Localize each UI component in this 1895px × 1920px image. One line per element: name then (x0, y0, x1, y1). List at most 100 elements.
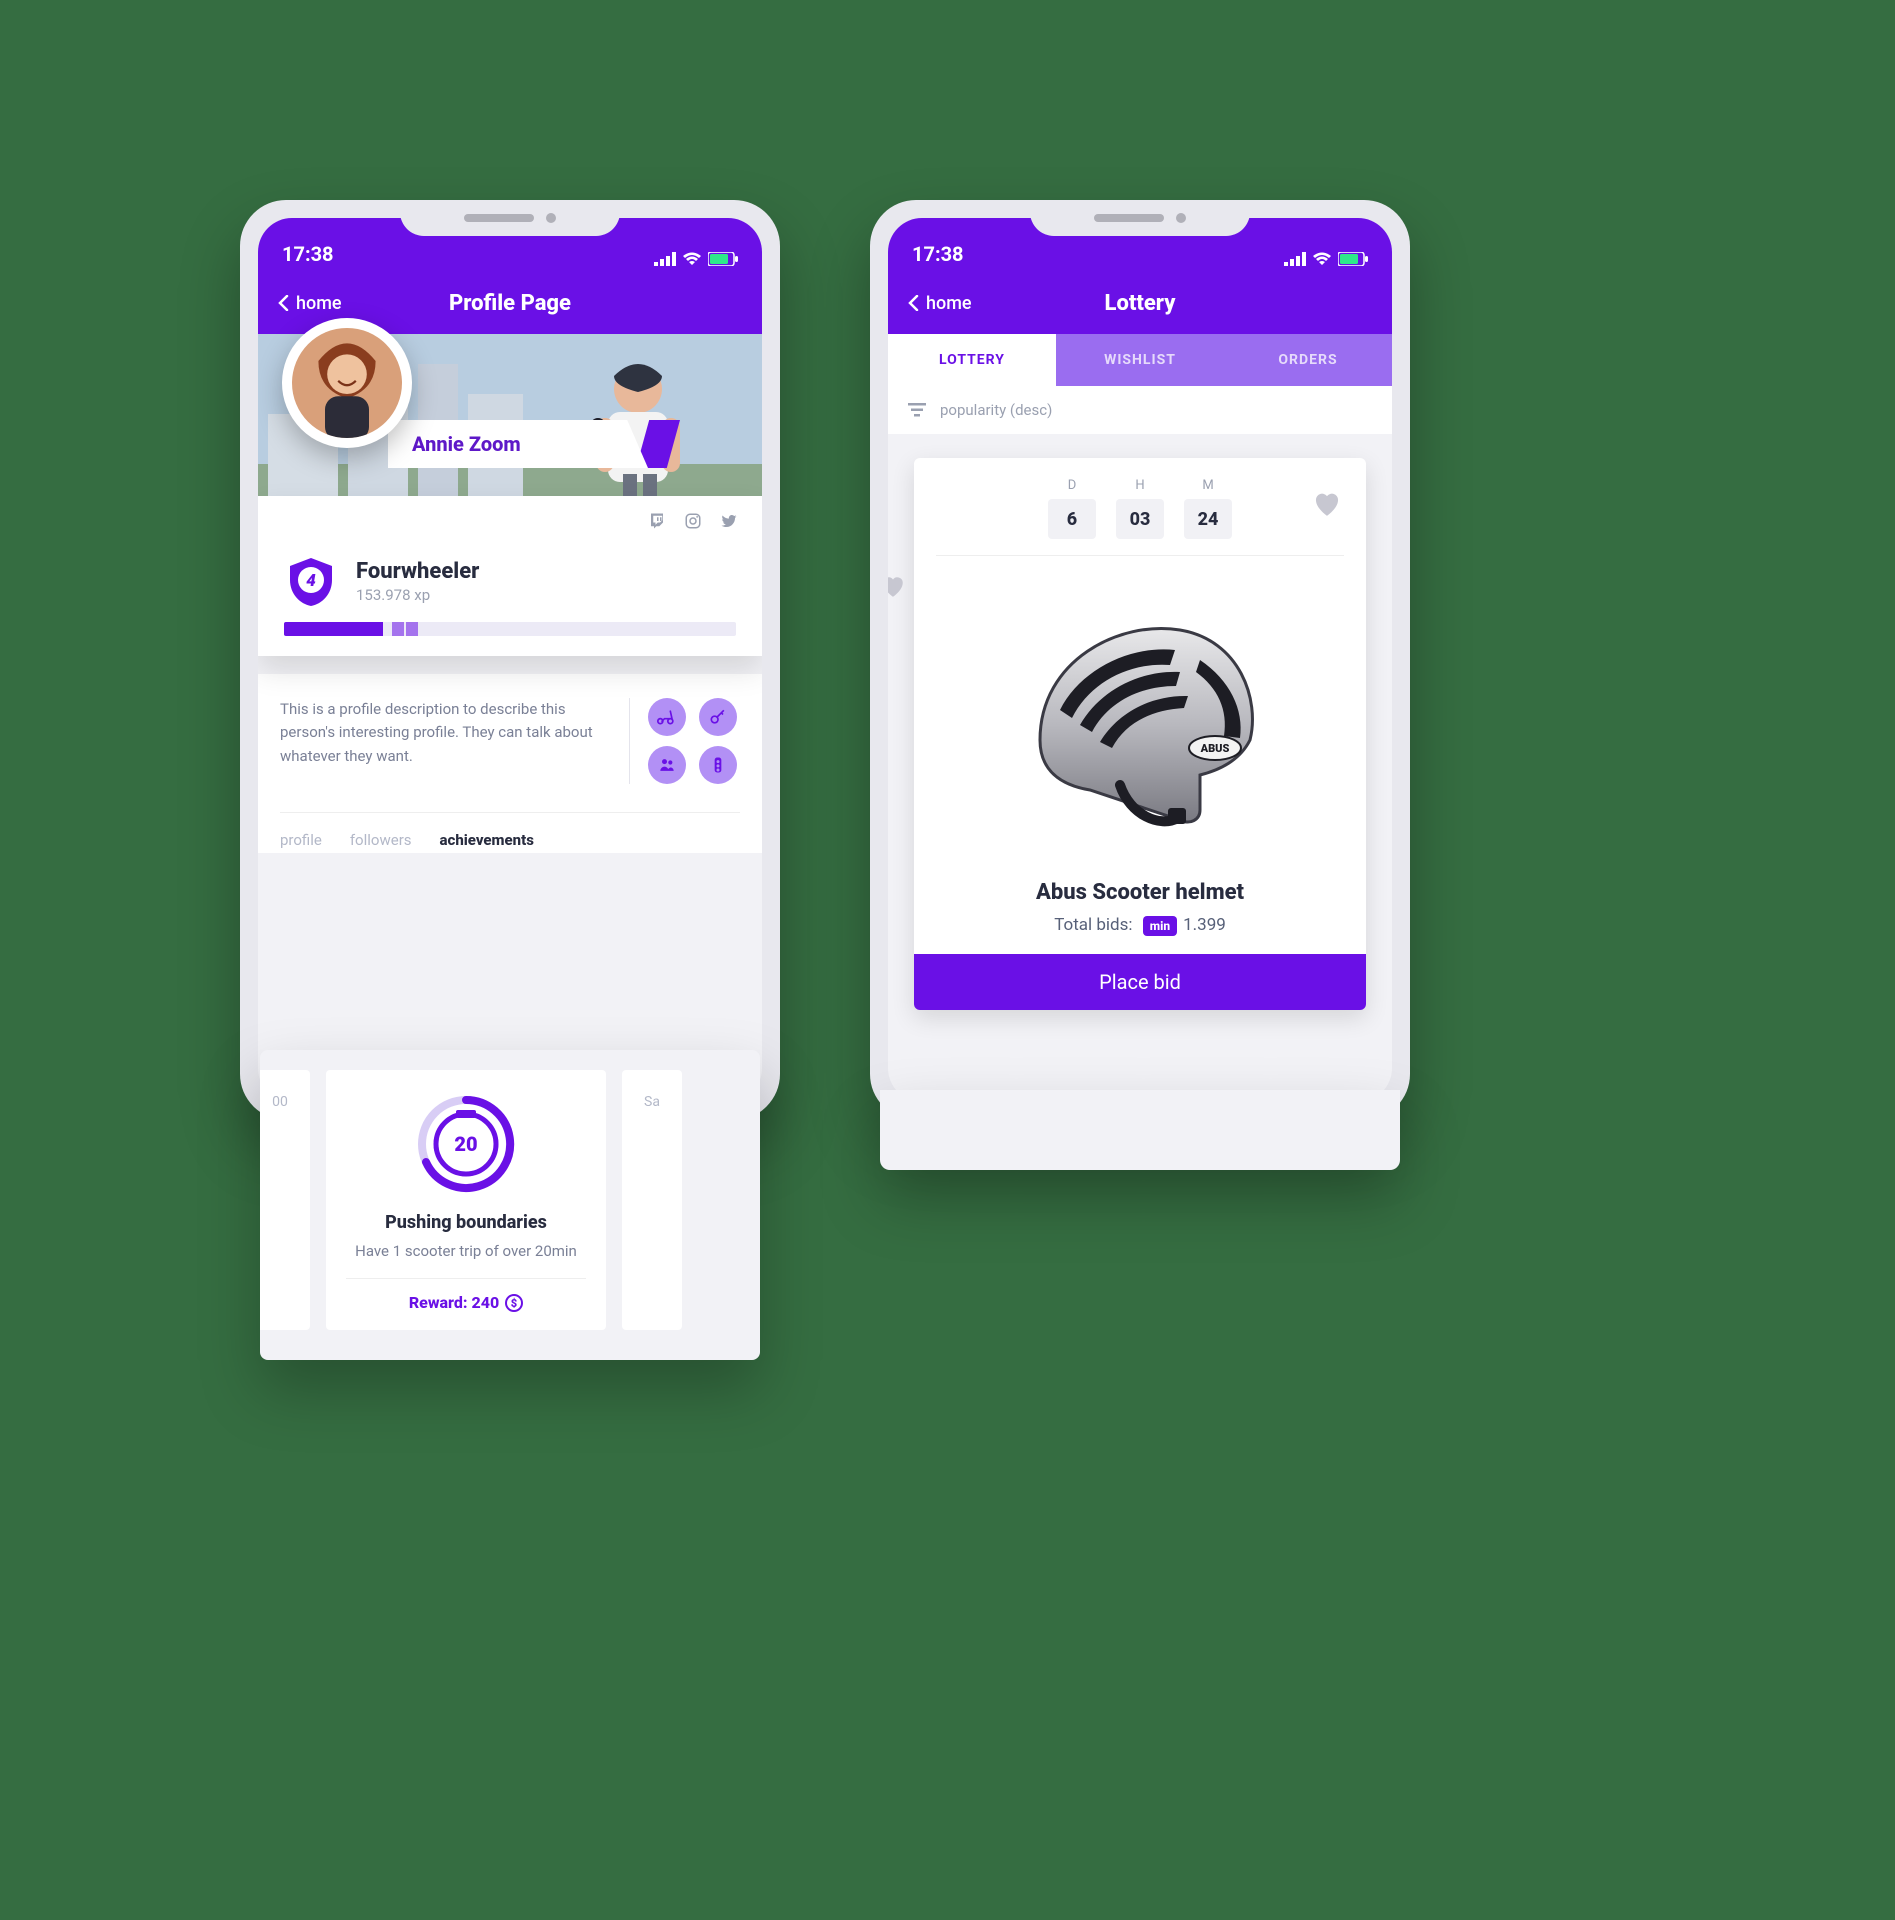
profile-card: 4 Fourwheeler 153.978 xp (258, 496, 762, 656)
chevron-left-icon (278, 295, 290, 311)
signal-icon (654, 252, 676, 266)
signal-icon (1284, 252, 1306, 266)
avatar[interactable] (282, 318, 412, 448)
avatar-image (292, 328, 402, 438)
twitter-icon[interactable] (720, 512, 738, 530)
screen-profile: 17:38 home Profile Page (258, 218, 762, 1102)
speaker-grille (1094, 214, 1164, 222)
profile-description-card: This is a profile description to describ… (258, 674, 762, 853)
interest-icon-grid (648, 698, 740, 784)
rank-title: Fourwheeler (356, 559, 479, 584)
battery-icon (708, 252, 738, 266)
speaker-grille (464, 214, 534, 222)
countdown-hours-value: 03 (1116, 499, 1164, 539)
tab-achievements[interactable]: achievements (440, 831, 534, 849)
tab-orders[interactable]: ORDERS (1224, 334, 1392, 386)
countdown-days-value: 6 (1048, 499, 1096, 539)
countdown: D 6 H 03 M 24 (936, 478, 1344, 556)
phone-notch (1030, 200, 1250, 236)
achievement-card-prev[interactable]: 00 (260, 1070, 310, 1330)
achievement-subtitle: Have 1 scooter trip of over 20min (355, 1241, 577, 1262)
profile-description: This is a profile description to describ… (280, 698, 630, 784)
back-label: home (926, 293, 972, 314)
tab-followers[interactable]: followers (350, 831, 412, 849)
svg-text:4: 4 (306, 571, 316, 591)
countdown-minutes-value: 24 (1184, 499, 1232, 539)
nav-bar: home Lottery (888, 272, 1392, 334)
status-time: 17:38 (912, 242, 964, 266)
place-bid-button[interactable]: Place bid (914, 954, 1366, 1010)
interest-key-icon[interactable] (699, 698, 737, 736)
back-button[interactable]: home (908, 293, 972, 314)
xp-progress-stripe (406, 622, 418, 636)
xp-progress-bar (284, 622, 736, 636)
svg-text:ABUS: ABUS (1200, 742, 1230, 755)
countdown-hours-label: H (1116, 478, 1164, 493)
phone-notch (400, 200, 620, 236)
description-row: This is a profile description to describ… (280, 698, 740, 784)
filter-icon (908, 403, 926, 417)
tab-profile[interactable]: profile (280, 831, 322, 849)
countdown-minutes-label: M (1184, 478, 1232, 493)
bids-pill: min (1143, 916, 1177, 936)
achievement-overflow: 00 20 Pushing boundaries Have 1 scooter … (260, 1050, 760, 1360)
back-button[interactable]: home (278, 293, 342, 314)
countdown-hours: H 03 (1116, 478, 1164, 539)
interest-group-icon[interactable] (648, 746, 686, 784)
status-icons (654, 252, 738, 266)
rank-text: Fourwheeler 153.978 xp (356, 559, 479, 604)
helmet-illustration: ABUS (1000, 590, 1280, 850)
achievement-card[interactable]: 20 Pushing boundaries Have 1 scooter tri… (326, 1070, 606, 1330)
instagram-icon[interactable] (684, 512, 702, 530)
prev-card-heart-icon (888, 574, 906, 602)
interest-scooter-icon[interactable] (648, 698, 686, 736)
name-plate: Annie Zoom (388, 420, 648, 468)
lottery-overflow-shadow (880, 1090, 1400, 1170)
xp-progress-fill (284, 622, 383, 636)
wifi-icon (1312, 252, 1332, 266)
phone-mockup-profile: 17:38 home Profile Page (240, 200, 780, 1120)
profile-name: Annie Zoom (412, 432, 521, 456)
svg-text:20: 20 (454, 1132, 477, 1156)
back-label: home (296, 293, 342, 314)
twitch-icon[interactable] (648, 512, 666, 530)
bids-value: 1.399 (1183, 915, 1226, 935)
tab-wishlist[interactable]: WISHLIST (1056, 334, 1224, 386)
battery-icon (1338, 252, 1368, 266)
achievement-icon: 20 (416, 1094, 516, 1194)
bids-label: Total bids: (1054, 915, 1132, 935)
tab-lottery[interactable]: LOTTERY (888, 334, 1056, 386)
product-bids: Total bids: min 1.399 (936, 915, 1344, 936)
social-links (648, 512, 738, 530)
rank-row: 4 Fourwheeler 153.978 xp (284, 554, 736, 608)
phone-mockup-lottery: 17:38 home Lottery LOTTERY WISHLIST ORDE… (870, 200, 1410, 1120)
lottery-product-card: D 6 H 03 M 24 (914, 458, 1366, 1010)
filter-bar[interactable]: popularity (desc) (888, 386, 1392, 434)
lottery-body: D 6 H 03 M 24 (888, 434, 1392, 1010)
interest-traffic-icon[interactable] (699, 746, 737, 784)
rank-shield-icon: 4 (284, 554, 338, 608)
rank-xp: 153.978 xp (356, 586, 479, 604)
countdown-days-label: D (1048, 478, 1096, 493)
front-camera (1176, 213, 1186, 223)
chevron-left-icon (908, 295, 920, 311)
next-card-peek: Sa (644, 1094, 660, 1110)
lottery-tabs: LOTTERY WISHLIST ORDERS (888, 334, 1392, 386)
place-bid-label: Place bid (1099, 970, 1181, 994)
status-time: 17:38 (282, 242, 334, 266)
screen-lottery: 17:38 home Lottery LOTTERY WISHLIST ORDE… (888, 218, 1392, 1102)
profile-subtabs: profile followers achievements (280, 812, 740, 849)
product-image: ABUS (936, 570, 1344, 870)
product-title: Abus Scooter helmet (936, 880, 1344, 905)
achievement-reward: Reward: 240 $ (346, 1278, 586, 1312)
heart-icon (1312, 490, 1342, 517)
wifi-icon (682, 252, 702, 266)
favorite-button[interactable] (1312, 490, 1342, 521)
svg-text:$: $ (511, 1297, 517, 1310)
achievement-card-next[interactable]: Sa (622, 1070, 682, 1330)
filter-label: popularity (desc) (940, 401, 1052, 419)
coin-icon: $ (505, 1294, 523, 1312)
reward-label: Reward: 240 (409, 1293, 499, 1312)
front-camera (546, 213, 556, 223)
status-icons (1284, 252, 1368, 266)
